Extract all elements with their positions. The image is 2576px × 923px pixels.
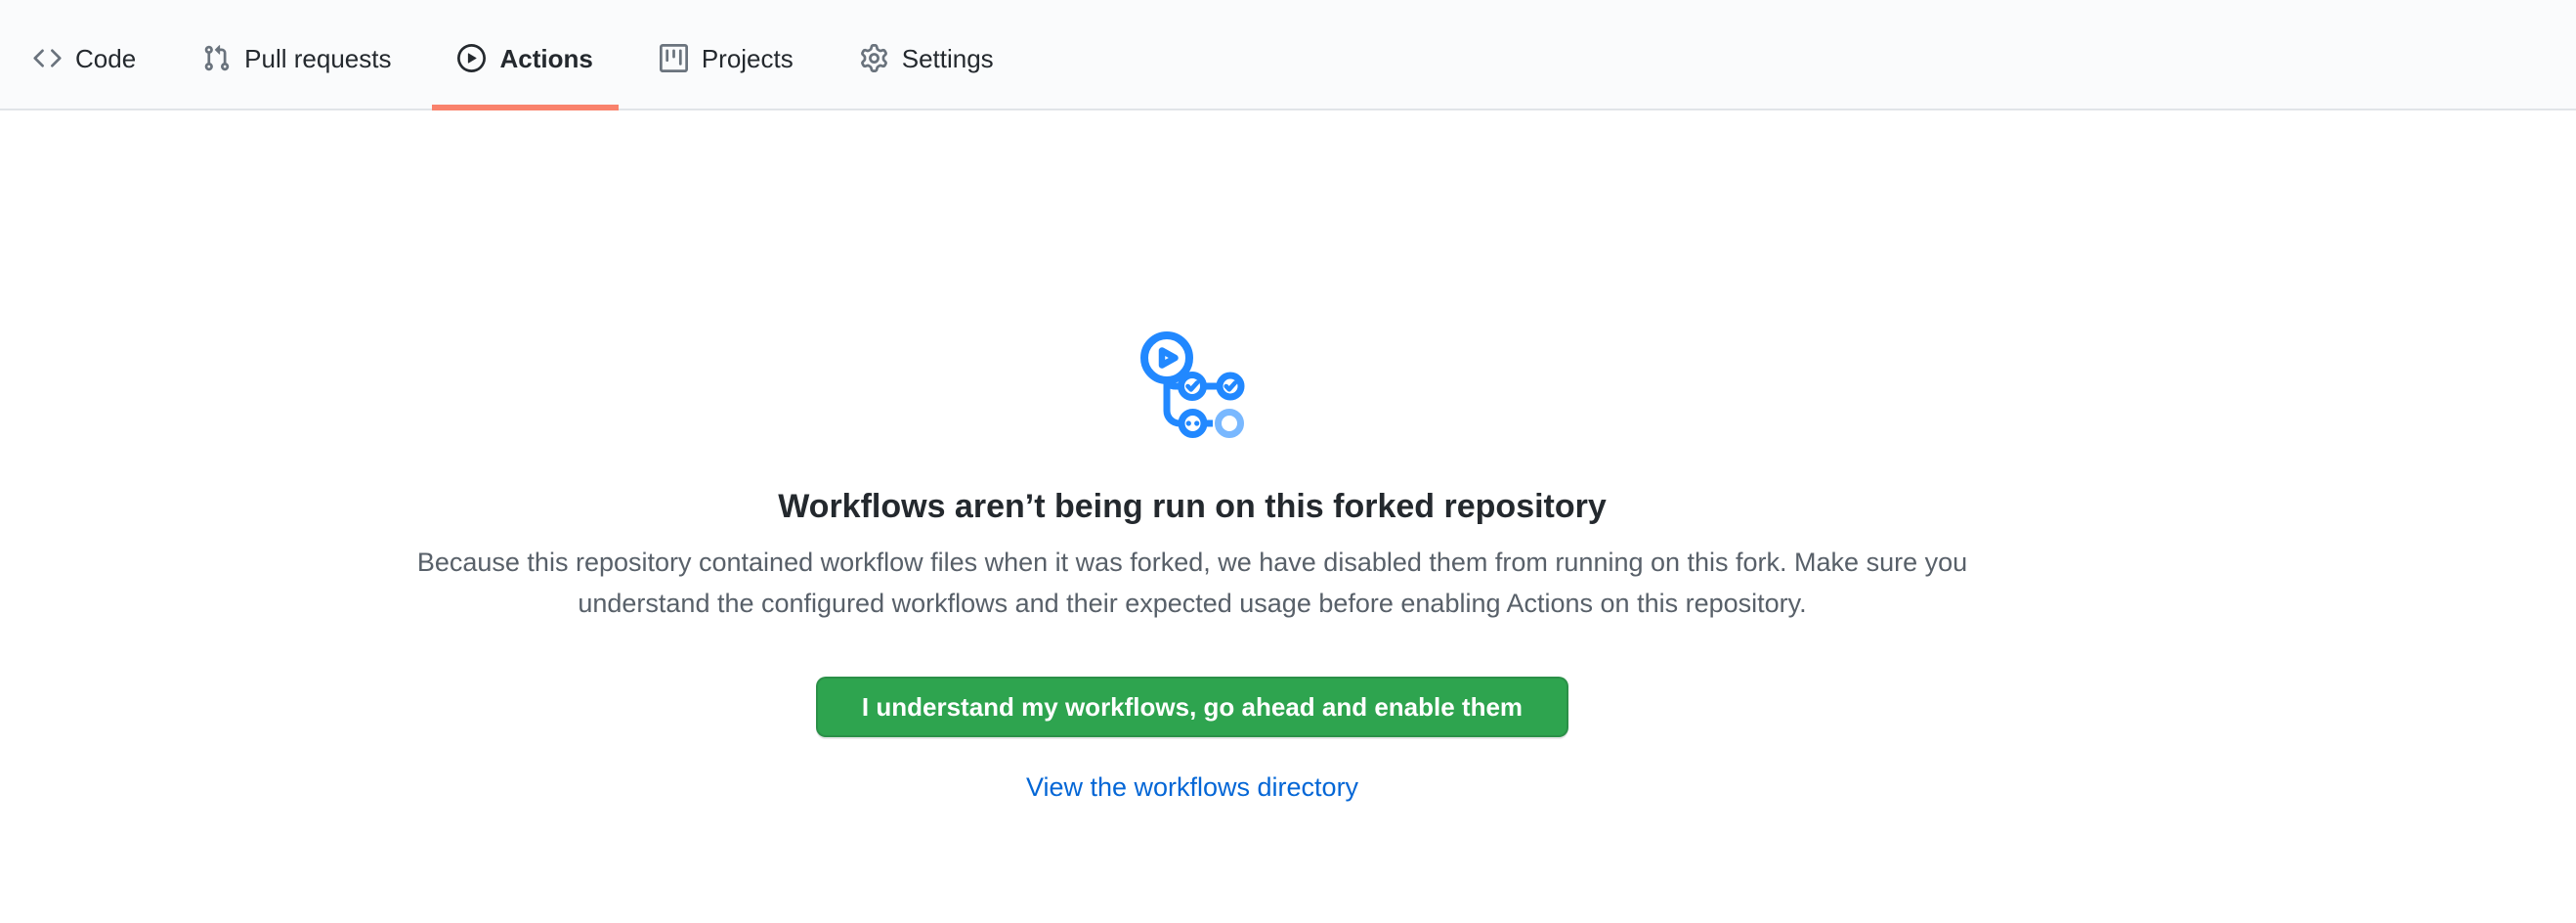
page-description: Because this repository contained workfl… <box>381 542 2003 624</box>
pull-request-icon <box>202 44 231 72</box>
view-workflows-directory-link[interactable]: View the workflows directory <box>1026 772 1358 803</box>
repo-tab-nav: Code Pull requests Actions Projects Sett… <box>0 0 2576 110</box>
tab-label: Code <box>75 46 136 71</box>
tab-projects[interactable]: Projects <box>634 0 819 109</box>
workflow-graph-icon <box>0 330 2384 445</box>
tab-actions[interactable]: Actions <box>432 0 618 109</box>
code-icon <box>33 44 62 72</box>
actions-disabled-blankslate: Workflows aren’t being run on this forke… <box>0 330 2384 803</box>
active-tab-underline <box>432 105 618 110</box>
tab-label: Projects <box>702 46 794 71</box>
tab-label: Actions <box>499 46 592 71</box>
page-title: Workflows aren’t being run on this forke… <box>0 486 2384 528</box>
tab-settings[interactable]: Settings <box>835 0 1019 109</box>
enable-workflows-button[interactable]: I understand my workflows, go ahead and … <box>816 677 1568 737</box>
tab-label: Pull requests <box>244 46 391 71</box>
tab-label: Settings <box>902 46 994 71</box>
tab-code[interactable]: Code <box>8 0 161 109</box>
gear-icon <box>860 44 888 72</box>
tab-pull-requests[interactable]: Pull requests <box>177 0 416 109</box>
play-icon <box>457 44 486 72</box>
project-icon <box>660 44 688 72</box>
